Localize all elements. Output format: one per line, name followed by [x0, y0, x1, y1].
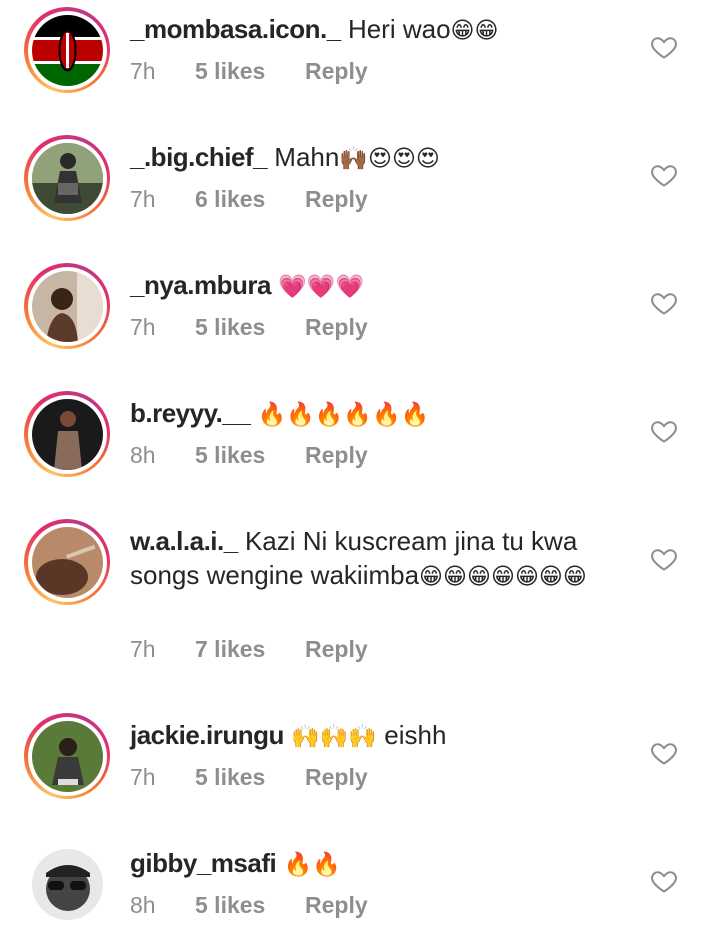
comment-text: eishh [384, 720, 447, 750]
story-ring[interactable] [24, 135, 110, 221]
user-photo-avatar[interactable] [31, 720, 103, 792]
comment-time: 8h [130, 892, 156, 918]
story-ring[interactable] [24, 519, 110, 605]
reply-button[interactable]: Reply [305, 186, 368, 213]
comment-emoji: 😁😁 [450, 17, 499, 43]
like-heart-icon[interactable] [650, 417, 678, 445]
comment-username[interactable]: w.a.l.a.i._ [130, 526, 238, 556]
comment-username[interactable]: jackie.irungu [130, 720, 284, 750]
comment-time: 7h [130, 58, 156, 84]
comment-likes[interactable]: 7 likes [195, 636, 305, 663]
comment-time: 7h [130, 764, 156, 790]
reply-button[interactable]: Reply [305, 892, 368, 919]
comment-time: 7h [130, 314, 156, 340]
user-photo-avatar[interactable] [31, 270, 103, 342]
comment-likes[interactable]: 5 likes [195, 442, 305, 469]
like-heart-icon[interactable] [650, 739, 678, 767]
comment-likes[interactable]: 6 likes [195, 186, 305, 213]
comment-emoji: 💗💗💗 [278, 273, 365, 299]
user-photo-avatar[interactable] [31, 142, 103, 214]
reply-button[interactable]: Reply [305, 58, 368, 85]
comment-likes[interactable]: 5 likes [195, 58, 305, 85]
reply-button[interactable]: Reply [305, 764, 368, 791]
like-heart-icon[interactable] [650, 289, 678, 317]
comment-likes[interactable]: 5 likes [195, 892, 305, 919]
comment-emoji: 😁😁😁😁😁😁😁 [419, 563, 587, 589]
kenya-flag-avatar[interactable] [31, 14, 103, 86]
comment-username[interactable]: gibby_msafi [130, 848, 277, 878]
comment-likes[interactable]: 5 likes [195, 764, 305, 791]
comment-text: Heri wao [347, 14, 451, 44]
reply-button[interactable]: Reply [305, 442, 368, 469]
like-heart-icon[interactable] [650, 161, 678, 189]
comment-emoji: 🔥🔥 [283, 851, 341, 877]
comment-text: Mahn [274, 142, 340, 172]
like-heart-icon[interactable] [650, 545, 678, 573]
reply-button[interactable]: Reply [305, 314, 368, 341]
comment-time: 7h [130, 186, 156, 212]
story-ring[interactable] [24, 713, 110, 799]
comment-username[interactable]: _nya.mbura [130, 270, 271, 300]
user-photo-avatar[interactable] [31, 526, 103, 598]
story-ring[interactable] [24, 391, 110, 477]
comment-emoji: 🔥🔥🔥🔥🔥🔥 [257, 401, 430, 427]
comment-time: 7h [130, 636, 156, 662]
user-photo-avatar[interactable] [31, 848, 103, 920]
avatar-frame[interactable] [24, 841, 110, 927]
user-photo-avatar[interactable] [31, 398, 103, 470]
comment-time: 8h [130, 442, 156, 468]
like-heart-icon[interactable] [650, 867, 678, 895]
comment-username[interactable]: _.big.chief_ [130, 142, 268, 172]
comment-emoji: 🙌🙌🙌 [291, 723, 378, 749]
story-ring[interactable] [24, 7, 110, 93]
comment-username[interactable]: _mombasa.icon._ [130, 14, 341, 44]
comment-username[interactable]: b.reyyy.__ [130, 398, 251, 428]
story-ring[interactable] [24, 263, 110, 349]
comment-likes[interactable]: 5 likes [195, 314, 305, 341]
like-heart-icon[interactable] [650, 33, 678, 61]
reply-button[interactable]: Reply [305, 636, 368, 663]
comment-emoji: 🙌🏾😍😍😍 [339, 145, 440, 171]
